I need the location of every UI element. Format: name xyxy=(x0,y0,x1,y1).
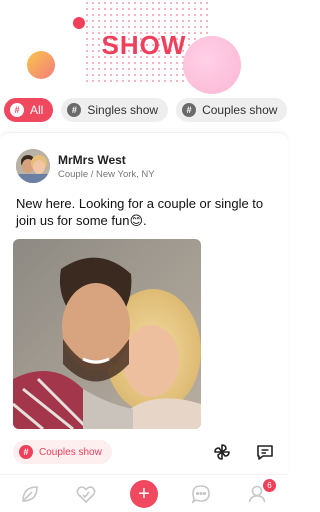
post-text: New here. Looking for a couple or single… xyxy=(16,196,264,228)
post-card: MrMrs West Couple / New York, NY New her… xyxy=(0,132,288,472)
filter-chip-all[interactable]: # All xyxy=(4,98,54,122)
page-title: SHOW xyxy=(101,30,187,60)
filter-chips: # All # Singles show # Couples show xyxy=(4,98,288,122)
comment-icon[interactable] xyxy=(255,442,275,462)
filter-chip-label: Couples show xyxy=(202,103,278,117)
post-photo[interactable] xyxy=(13,239,201,429)
user-meta: Couple / New York, NY xyxy=(58,169,155,180)
filter-chip-label: Singles show xyxy=(87,103,159,117)
pinwheel-icon[interactable] xyxy=(212,442,232,462)
bottom-navigation: + 6 xyxy=(0,474,288,512)
red-dot-decoration xyxy=(73,17,85,29)
add-post-button[interactable]: + xyxy=(130,480,158,508)
header-banner: SHOW xyxy=(0,0,288,94)
post-tag-couples-show[interactable]: # Couples show xyxy=(13,440,112,464)
user-name[interactable]: MrMrs West xyxy=(58,153,126,167)
avatar[interactable] xyxy=(16,149,50,183)
filter-chip-couples[interactable]: # Couples show xyxy=(176,98,288,122)
hashtag-icon: # xyxy=(182,103,197,117)
notification-badge: 6 xyxy=(263,479,276,492)
chat-icon[interactable] xyxy=(190,483,212,505)
hashtag-icon: # xyxy=(67,103,82,117)
post-tag-label: Couples show xyxy=(39,446,102,458)
filter-chip-label: All xyxy=(30,103,44,117)
discover-icon[interactable] xyxy=(19,483,41,505)
plus-icon: + xyxy=(138,483,150,505)
hashtag-icon: # xyxy=(10,103,24,117)
likes-icon[interactable] xyxy=(75,483,97,505)
filter-chip-singles[interactable]: # Singles show xyxy=(61,98,169,122)
hashtag-icon: # xyxy=(19,445,33,459)
